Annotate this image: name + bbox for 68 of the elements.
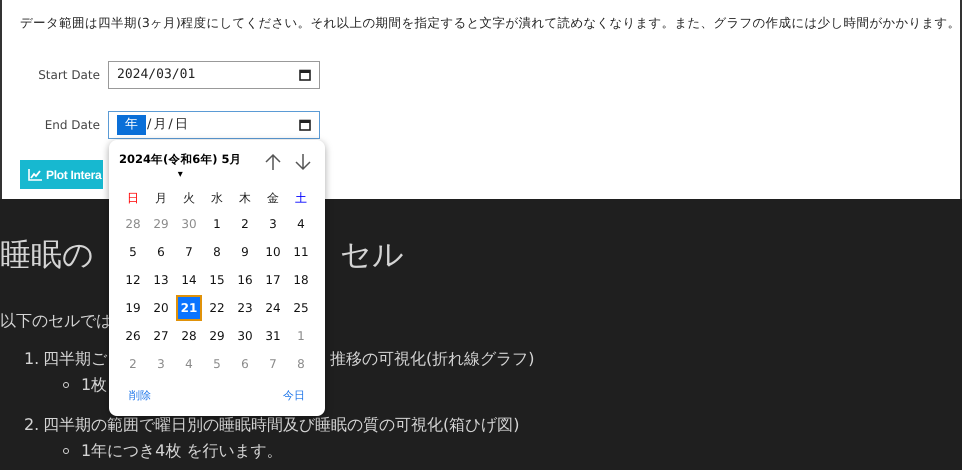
- day-cell[interactable]: 19: [120, 295, 146, 321]
- day-cell[interactable]: 29: [204, 323, 230, 349]
- day-cell[interactable]: 31: [260, 323, 286, 349]
- date-segment[interactable]: 月: [152, 115, 168, 135]
- calendar-icon[interactable]: [299, 119, 311, 131]
- bullet-icon: [63, 382, 69, 388]
- month-year-label[interactable]: 2024年(令和6年) 5月: [119, 151, 242, 168]
- date-segment[interactable]: 年: [117, 115, 146, 135]
- arrow-down-icon[interactable]: [295, 153, 311, 171]
- caret-icon[interactable]: ▾: [178, 170, 183, 180]
- weekday-label: 月: [154, 190, 168, 207]
- clear-link[interactable]: 削除: [129, 388, 151, 404]
- date-segment[interactable]: /: [167, 115, 174, 135]
- weekday-label: 水: [210, 190, 224, 207]
- day-cell[interactable]: 1: [204, 211, 230, 237]
- weekday-label: 木: [238, 190, 252, 207]
- day-cell[interactable]: 10: [260, 239, 286, 265]
- day-cell[interactable]: 5: [120, 239, 146, 265]
- day-cell[interactable]: 23: [232, 295, 258, 321]
- day-cell[interactable]: 30: [232, 323, 258, 349]
- day-cell[interactable]: 15: [204, 267, 230, 293]
- day-cell[interactable]: 4: [288, 211, 314, 237]
- day-cell[interactable]: 24: [260, 295, 286, 321]
- list-text: 1年につき4枚 を行います。: [81, 441, 282, 461]
- date-segment[interactable]: /: [146, 115, 152, 135]
- day-cell[interactable]: 8: [204, 239, 230, 265]
- list-text: 推移の可視化(折れ線グラフ): [330, 349, 534, 369]
- weekday-label: 日: [126, 190, 140, 207]
- notice-text: データ範囲は四半期(3ヶ月)程度にしてください。それ以上の期間を指定すると文字が潰れて読めなくなります。また、グラフの作成には少し時間がかかります。: [20, 14, 960, 32]
- weekday-label: 土: [294, 190, 308, 207]
- day-cell[interactable]: 17: [260, 267, 286, 293]
- day-cell[interactable]: 6: [148, 239, 174, 265]
- date-segment[interactable]: 日: [174, 115, 189, 135]
- day-cell[interactable]: 16: [232, 267, 258, 293]
- date-field[interactable]: 2024/03/01: [108, 61, 320, 89]
- calendar-icon[interactable]: [299, 69, 311, 81]
- list-number: 2.: [24, 415, 40, 435]
- list-text: 四半期の範囲で曜日別の睡眠時間及び睡眠の質の可視化(箱ひげ図): [43, 415, 520, 434]
- weekday-label: 火: [182, 190, 196, 207]
- day-cell[interactable]: 27: [148, 323, 174, 349]
- day-cell[interactable]: 22: [204, 295, 230, 321]
- day-cell[interactable]: 14: [176, 267, 202, 293]
- day-cell[interactable]: 21: [176, 295, 202, 321]
- day-cell[interactable]: 13: [148, 267, 174, 293]
- day-cell[interactable]: 9: [232, 239, 258, 265]
- weekday-label: 金: [266, 190, 280, 207]
- line-chart-icon: [28, 168, 42, 180]
- list-text: 1枚: [81, 375, 108, 395]
- day-cell[interactable]: 18: [288, 267, 314, 293]
- arrow-up-icon[interactable]: [265, 153, 281, 171]
- day-cell[interactable]: 3: [260, 211, 286, 237]
- list-number: 1.: [24, 349, 40, 369]
- day-cell[interactable]: 25: [288, 295, 314, 321]
- heading: 睡眠の: [0, 237, 94, 273]
- day-cell[interactable]: 11: [288, 239, 314, 265]
- field-label: End Date: [44, 117, 100, 134]
- day-cell[interactable]: 2: [232, 211, 258, 237]
- bullet-icon: [63, 448, 69, 454]
- day-cell[interactable]: 28: [176, 323, 202, 349]
- day-cell[interactable]: 7: [176, 239, 202, 265]
- day-cell[interactable]: 26: [120, 323, 146, 349]
- list-text: 四半期ご: [43, 349, 107, 368]
- today-link[interactable]: 今日: [283, 388, 305, 404]
- field-label: Start Date: [37, 67, 100, 84]
- day-cell[interactable]: 20: [148, 295, 174, 321]
- date-field[interactable]: 年 /月/日: [108, 111, 320, 139]
- day-cell[interactable]: 12: [120, 267, 146, 293]
- heading: セル: [340, 240, 404, 271]
